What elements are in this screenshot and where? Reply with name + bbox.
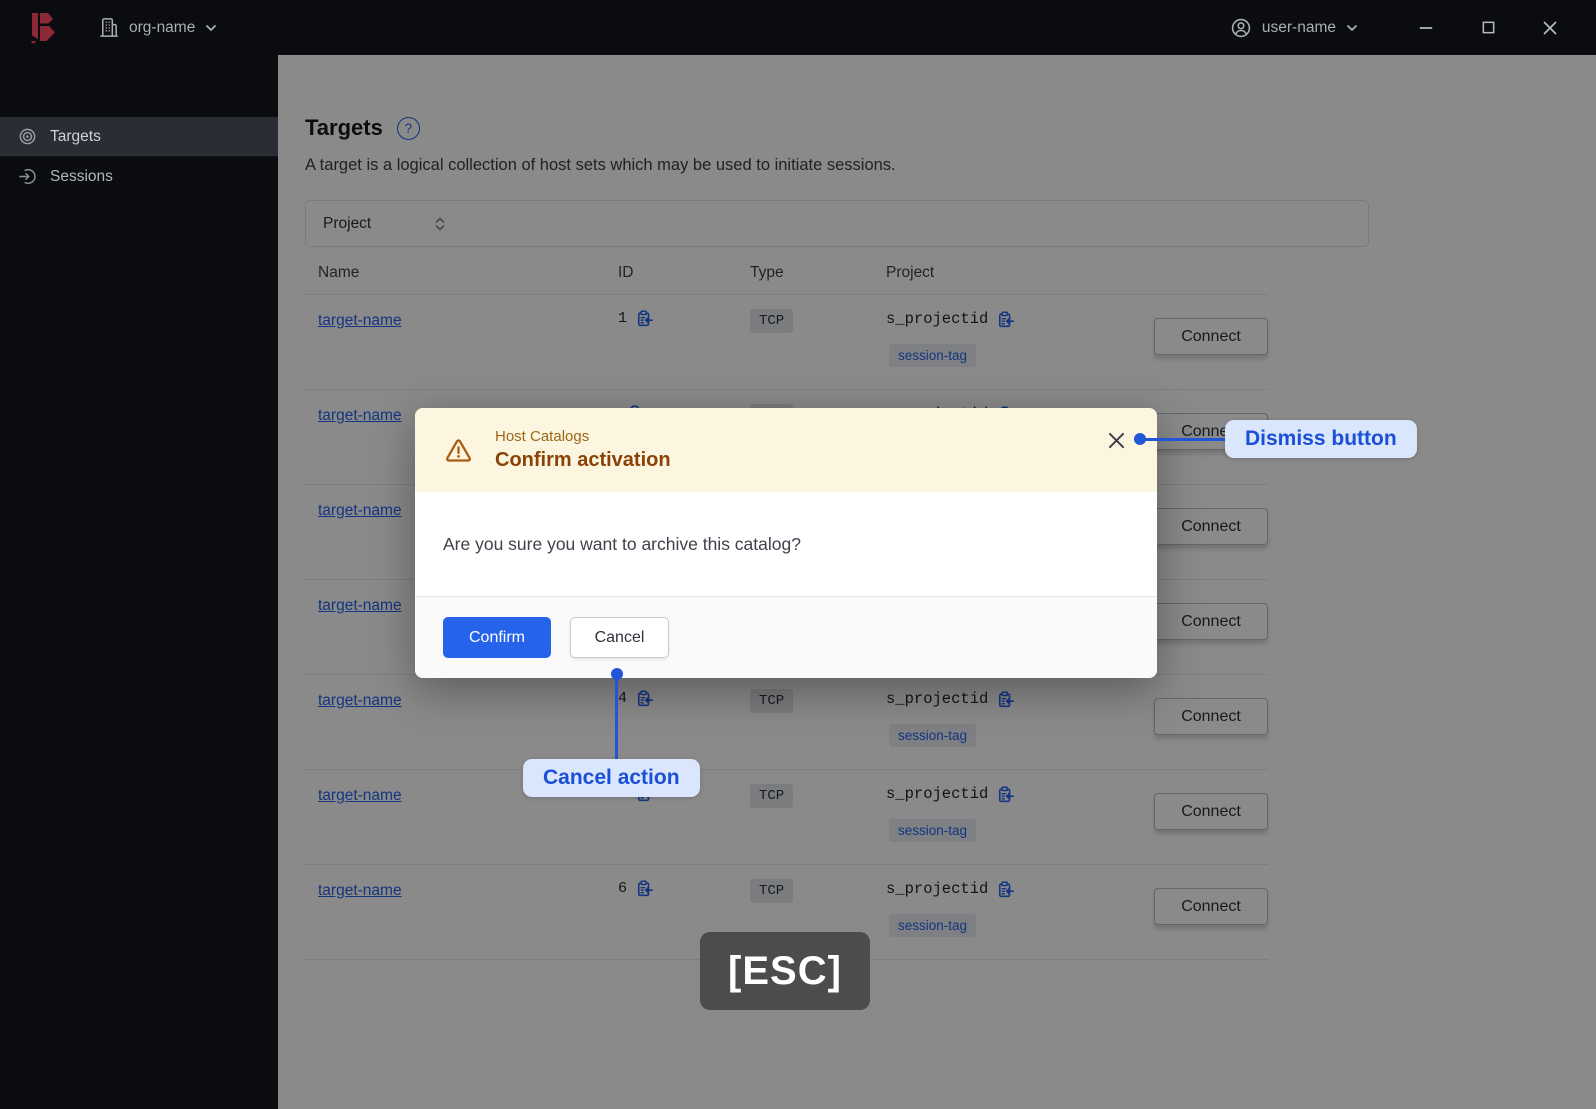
dismiss-annotation-line <box>1143 438 1231 441</box>
sidebar-item-targets[interactable]: Targets <box>0 117 278 157</box>
warning-triangle-icon <box>443 436 474 465</box>
close-icon[interactable] <box>1540 18 1560 38</box>
cancel-annotation-label: Cancel action <box>523 759 700 797</box>
confirm-button[interactable]: Confirm <box>443 617 551 658</box>
dismiss-icon[interactable] <box>1105 429 1127 451</box>
cancel-button[interactable]: Cancel <box>570 617 669 658</box>
maximize-icon[interactable] <box>1478 18 1498 38</box>
sessions-icon <box>18 167 37 186</box>
boundary-logo-icon <box>28 11 60 45</box>
org-name-label: org-name <box>129 18 196 36</box>
org-scope-picker[interactable]: org-name <box>98 17 217 38</box>
user-menu[interactable]: user-name <box>1230 17 1358 39</box>
minimize-icon[interactable] <box>1416 18 1436 38</box>
chevron-down-icon <box>1346 24 1358 32</box>
person-circle-icon <box>1230 17 1252 39</box>
sidebar-item-label: Targets <box>50 127 101 145</box>
dialog-title: Confirm activation <box>495 449 671 471</box>
sidebar-item-sessions[interactable]: Sessions <box>0 157 278 196</box>
dialog-eyebrow: Host Catalogs <box>495 428 590 445</box>
building-icon <box>98 17 119 38</box>
cancel-annotation-line <box>615 679 618 759</box>
window-controls <box>1358 18 1596 38</box>
dialog-footer: Confirm Cancel <box>415 596 1157 678</box>
chevron-down-icon <box>205 24 217 32</box>
dismiss-annotation-label: Dismiss button <box>1225 420 1417 458</box>
dialog-body: Are you sure you want to archive this ca… <box>443 533 801 554</box>
dialog-header: Host Catalogs Confirm activation <box>415 408 1157 492</box>
sidebar-item-label: Sessions <box>50 167 113 185</box>
user-name-label: user-name <box>1261 18 1336 36</box>
target-icon <box>18 127 37 146</box>
confirm-dialog: Host Catalogs Confirm activation Are you… <box>415 408 1157 678</box>
sidebar: Targets Sessions <box>0 55 278 1109</box>
topbar: org-name user-name <box>0 0 1596 55</box>
esc-key-hint: [ESC] <box>700 932 870 1010</box>
